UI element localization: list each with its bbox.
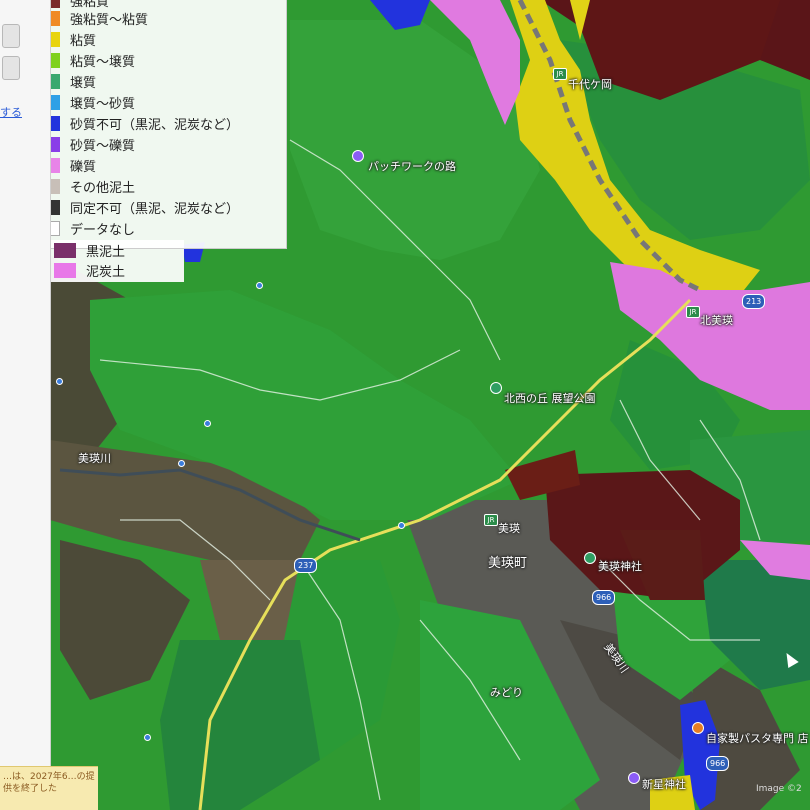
legend-row: 砂質～礫質 <box>38 134 135 154</box>
map-pin-icon[interactable] <box>584 552 596 564</box>
train-station-icon[interactable]: JR <box>553 68 567 80</box>
label-patchwork-road: パッチワークの路 <box>368 160 456 173</box>
legend-label: 同定不可（黒泥、泥炭など） <box>70 201 240 217</box>
legend-row: 黒泥土 <box>54 240 125 260</box>
legend-label: その他泥土 <box>70 180 136 196</box>
side-panel: する <box>0 0 51 810</box>
label-biei-shrine: 美瑛神社 <box>598 560 642 573</box>
map-pin-icon[interactable] <box>692 722 704 734</box>
legend-row: 粘質～壌質 <box>38 50 135 70</box>
legend-swatch <box>54 242 76 258</box>
label-kitabiei: 北美瑛 <box>700 314 733 327</box>
road-shield-237: 237 <box>294 558 318 573</box>
side-link[interactable]: する <box>0 104 22 120</box>
legend-row: 同定不可（黒泥、泥炭など） <box>38 197 239 217</box>
legend-label: 壌質 <box>70 75 97 91</box>
label-biei-river: 美瑛川 <box>78 452 111 465</box>
label-pasta-shop: 自家製パスタ専門 店 <box>706 732 809 745</box>
legend-label: 強粘質～粘質 <box>70 12 149 28</box>
legend-label: 礫質 <box>70 159 97 175</box>
map-dot-icon <box>56 378 63 385</box>
label-biei-town: 美瑛町 <box>488 556 528 571</box>
legend-row: データなし <box>38 218 135 238</box>
legend-label: 粘質 <box>70 33 97 49</box>
soil-legend: 強粘質 強粘質～粘質 粘質 粘質～壌質 壌質 壌質～砂質 砂質不可（黒泥、泥炭な… <box>34 0 287 249</box>
map-copyright: Image ©2 <box>756 784 802 794</box>
label-midori: みどり <box>490 686 523 699</box>
map-dot-icon <box>398 522 405 529</box>
legend-row: 壌質～砂質 <box>38 92 135 112</box>
map-pin-icon[interactable] <box>352 150 364 162</box>
label-shinsei-shrine: 新星神社 <box>642 778 686 791</box>
legend-row: 砂質不可（黒泥、泥炭など） <box>38 113 239 133</box>
side-button[interactable] <box>2 56 20 80</box>
label-kitanishi-park: 北西の丘 展望公園 <box>504 392 596 405</box>
legend-row: 泥炭土 <box>54 260 125 280</box>
legend-swatch <box>54 262 76 278</box>
legend-row: 強粘質～粘質 <box>38 8 148 28</box>
side-button[interactable] <box>2 24 20 48</box>
side-notice: …は、2027年6…の提供を終了した <box>0 766 98 810</box>
label-biei-station: 美瑛 <box>498 522 520 535</box>
legend-row: その他泥土 <box>38 176 135 196</box>
map-dot-icon <box>178 460 185 467</box>
label-chiyogaoka: 千代ケ岡 <box>568 78 612 91</box>
map-pin-icon[interactable] <box>628 772 640 784</box>
map-viewer[interactable]: 千代ケ岡 パッチワークの路 北西の丘 展望公園 北美瑛 美瑛川 美瑛 美瑛町 美… <box>0 0 810 810</box>
legend-label: 粘質～壌質 <box>70 54 136 70</box>
map-dot-icon <box>256 282 263 289</box>
road-shield-966: 966 <box>592 590 616 605</box>
road-shield-966: 966 <box>706 756 730 771</box>
map-dot-icon <box>144 734 151 741</box>
road-shield-213: 213 <box>742 294 766 309</box>
legend-label: データなし <box>70 222 136 238</box>
legend-label: 砂質不可（黒泥、泥炭など） <box>70 117 240 133</box>
legend-label: 砂質～礫質 <box>70 138 136 154</box>
legend-label: 黒泥土 <box>86 244 126 260</box>
train-station-icon[interactable]: JR <box>484 514 498 526</box>
map-dot-icon <box>204 420 211 427</box>
map-pin-icon[interactable] <box>490 382 502 394</box>
legend-label: 壌質～砂質 <box>70 96 136 112</box>
train-station-icon[interactable]: JR <box>686 306 700 318</box>
legend-label: 泥炭土 <box>86 264 126 280</box>
